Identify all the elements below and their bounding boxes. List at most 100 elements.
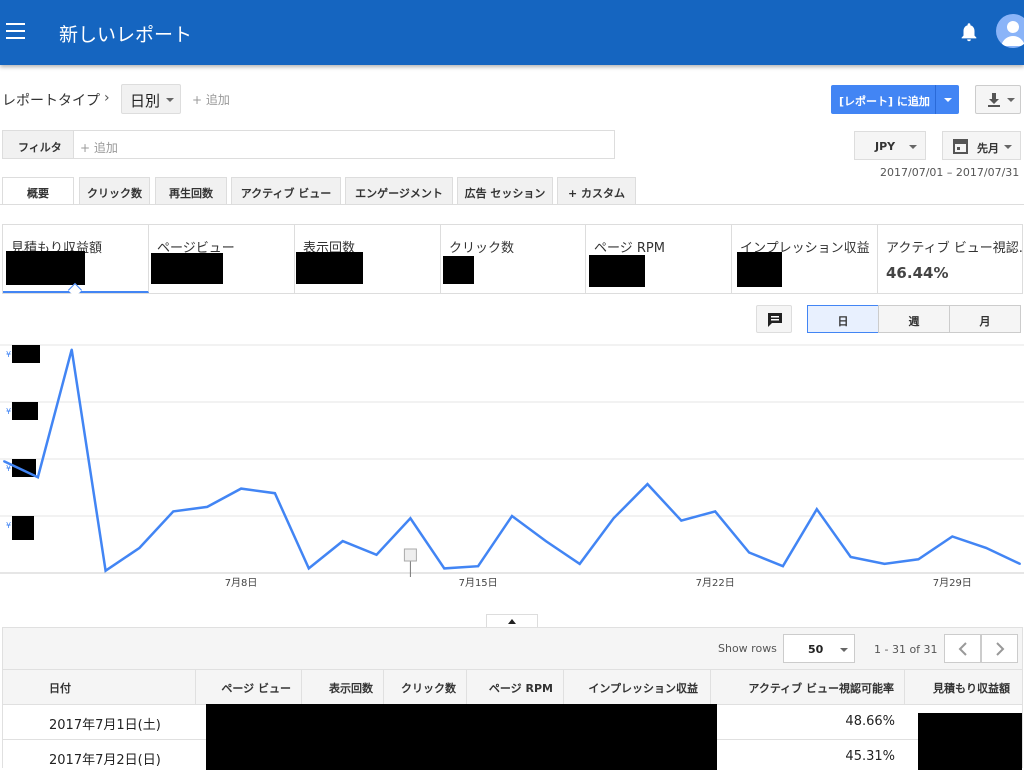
dropdown-arrow-icon <box>909 145 917 149</box>
annotation-button[interactable] <box>756 305 792 333</box>
chevron-left-icon <box>958 642 967 656</box>
date-range-text: 2017/07/01 – 2017/07/31 <box>880 166 1020 179</box>
metric-label: クリック数 <box>449 241 515 256</box>
data-point <box>511 515 513 517</box>
metric-active-view-viewable[interactable]: アクティブ ビュー視認... 46.44% <box>878 225 1022 293</box>
x-tick-label: 7月8日 <box>225 577 258 589</box>
column-header-active-view[interactable]: アクティブ ビュー視認可能率 <box>711 670 905 705</box>
rows-per-page-value: 50 <box>808 643 824 656</box>
collapse-chart-toggle[interactable] <box>486 614 538 628</box>
data-point <box>375 553 378 556</box>
data-point <box>1019 562 1021 565</box>
add-to-report-dropdown-button[interactable] <box>935 85 959 114</box>
data-point <box>781 565 784 568</box>
account-avatar-icon[interactable] <box>996 14 1024 48</box>
series-line <box>3 349 1021 573</box>
granularity-day-button[interactable]: 日 <box>807 305 879 333</box>
next-page-button[interactable] <box>981 634 1018 663</box>
column-header-page-views[interactable]: ページ ビュー <box>196 670 302 705</box>
notifications-bell-icon[interactable] <box>958 20 980 44</box>
redacted-value <box>589 255 645 287</box>
row-date: 2017年7月1日(土) <box>49 718 161 733</box>
data-point <box>240 487 243 490</box>
hamburger-menu-icon[interactable] <box>6 23 25 39</box>
tab-plays[interactable]: 再生回数 <box>155 177 227 204</box>
redacted-y-tick <box>12 516 34 540</box>
tab-overview[interactable]: 概要 <box>2 177 74 205</box>
pagination-info: 1 - 31 of 31 <box>874 643 938 656</box>
granularity-dropdown-value: 日別 <box>130 92 161 110</box>
table-header: 日付 ページ ビュー 表示回数 クリック数 ページ RPM インプレッション収益… <box>3 669 1022 705</box>
granularity-month-button[interactable]: 月 <box>949 305 1021 333</box>
currency-dropdown[interactable]: JPY <box>854 131 926 160</box>
chevron-up-icon <box>508 619 516 624</box>
tab-active-view[interactable]: アクティブ ビュー <box>231 177 341 204</box>
data-point <box>985 546 988 549</box>
tab-engagement[interactable]: エンゲージメント <box>345 177 453 204</box>
metric-impression-revenue[interactable]: インプレッション収益 <box>732 225 878 293</box>
download-icon <box>988 93 1000 107</box>
data-point <box>815 508 818 511</box>
add-dimension-link[interactable]: + 追加 <box>192 91 230 108</box>
data-point <box>36 476 39 479</box>
redacted-value <box>151 253 223 284</box>
granularity-week-button[interactable]: 週 <box>878 305 950 333</box>
tab-clicks[interactable]: クリック数 <box>79 177 150 204</box>
rows-per-page-select[interactable]: 50 <box>783 634 855 663</box>
data-point <box>544 540 547 543</box>
metric-clicks[interactable]: クリック数 <box>441 225 586 293</box>
y-tick-prefix: ¥ <box>6 521 11 530</box>
data-point <box>409 517 412 520</box>
column-header-impression-revenue[interactable]: インプレッション収益 <box>564 670 711 705</box>
comment-icon <box>768 313 782 327</box>
column-header-clicks[interactable]: クリック数 <box>384 670 467 705</box>
data-point <box>849 556 852 559</box>
previous-page-button[interactable] <box>944 634 981 663</box>
redacted-value <box>443 256 474 284</box>
row-date: 2017年7月2日(日) <box>49 753 161 768</box>
data-point <box>206 505 209 508</box>
metric-impressions[interactable]: 表示回数 <box>295 225 441 293</box>
dropdown-arrow-icon <box>1004 145 1012 149</box>
data-point <box>646 483 649 486</box>
data-point <box>273 492 276 495</box>
data-point <box>443 567 446 570</box>
tab-ad-sessions[interactable]: 広告 セッション <box>457 177 553 204</box>
metric-page-views[interactable]: ページビュー <box>149 225 295 293</box>
column-header-date[interactable]: 日付 <box>3 670 196 705</box>
date-period-value: 先月 <box>977 142 999 155</box>
row-active-view: 45.31% <box>845 749 895 764</box>
redacted-value <box>6 251 85 285</box>
filter-label[interactable]: フィルタ <box>2 130 74 159</box>
column-header-page-rpm[interactable]: ページ RPM <box>467 670 564 705</box>
granularity-dropdown[interactable]: 日別 <box>121 84 181 114</box>
y-tick-prefix: ¥ <box>6 350 11 359</box>
dropdown-arrow-icon <box>944 98 952 102</box>
column-header-estimated-earnings[interactable]: 見積もり収益額 <box>905 670 1022 705</box>
download-button[interactable] <box>975 85 1021 114</box>
add-to-report-button[interactable]: [レポート] に追加 <box>831 85 935 114</box>
column-header-impressions[interactable]: 表示回数 <box>302 670 384 705</box>
tab-custom[interactable]: + カスタム <box>557 177 636 204</box>
date-period-dropdown[interactable]: 先月 <box>942 131 1021 160</box>
metric-cards: 見積もり収益額 ページビュー 表示回数 クリック数 ページ RPM インプレッシ… <box>2 224 1023 294</box>
redacted-y-tick <box>12 345 40 363</box>
filter-input[interactable]: + 追加 <box>73 130 615 159</box>
redacted-y-tick <box>12 402 38 420</box>
data-point <box>70 348 73 351</box>
data-point <box>680 519 683 522</box>
redacted-table-values <box>206 704 717 770</box>
data-point <box>883 562 886 565</box>
data-point <box>748 551 751 554</box>
tab-divider <box>0 204 1024 205</box>
metric-label: ページ RPM <box>594 241 665 256</box>
calendar-icon <box>953 139 968 154</box>
annotation-marker <box>403 548 417 562</box>
metric-page-rpm[interactable]: ページ RPM <box>586 225 732 293</box>
data-point <box>172 510 175 513</box>
currency-value: JPY <box>875 140 896 153</box>
metric-estimated-earnings[interactable]: 見積もり収益額 <box>3 225 149 293</box>
redacted-table-earnings <box>918 713 1022 770</box>
x-tick-label: 7月29日 <box>933 577 972 589</box>
y-tick-prefix: ¥ <box>6 407 11 416</box>
